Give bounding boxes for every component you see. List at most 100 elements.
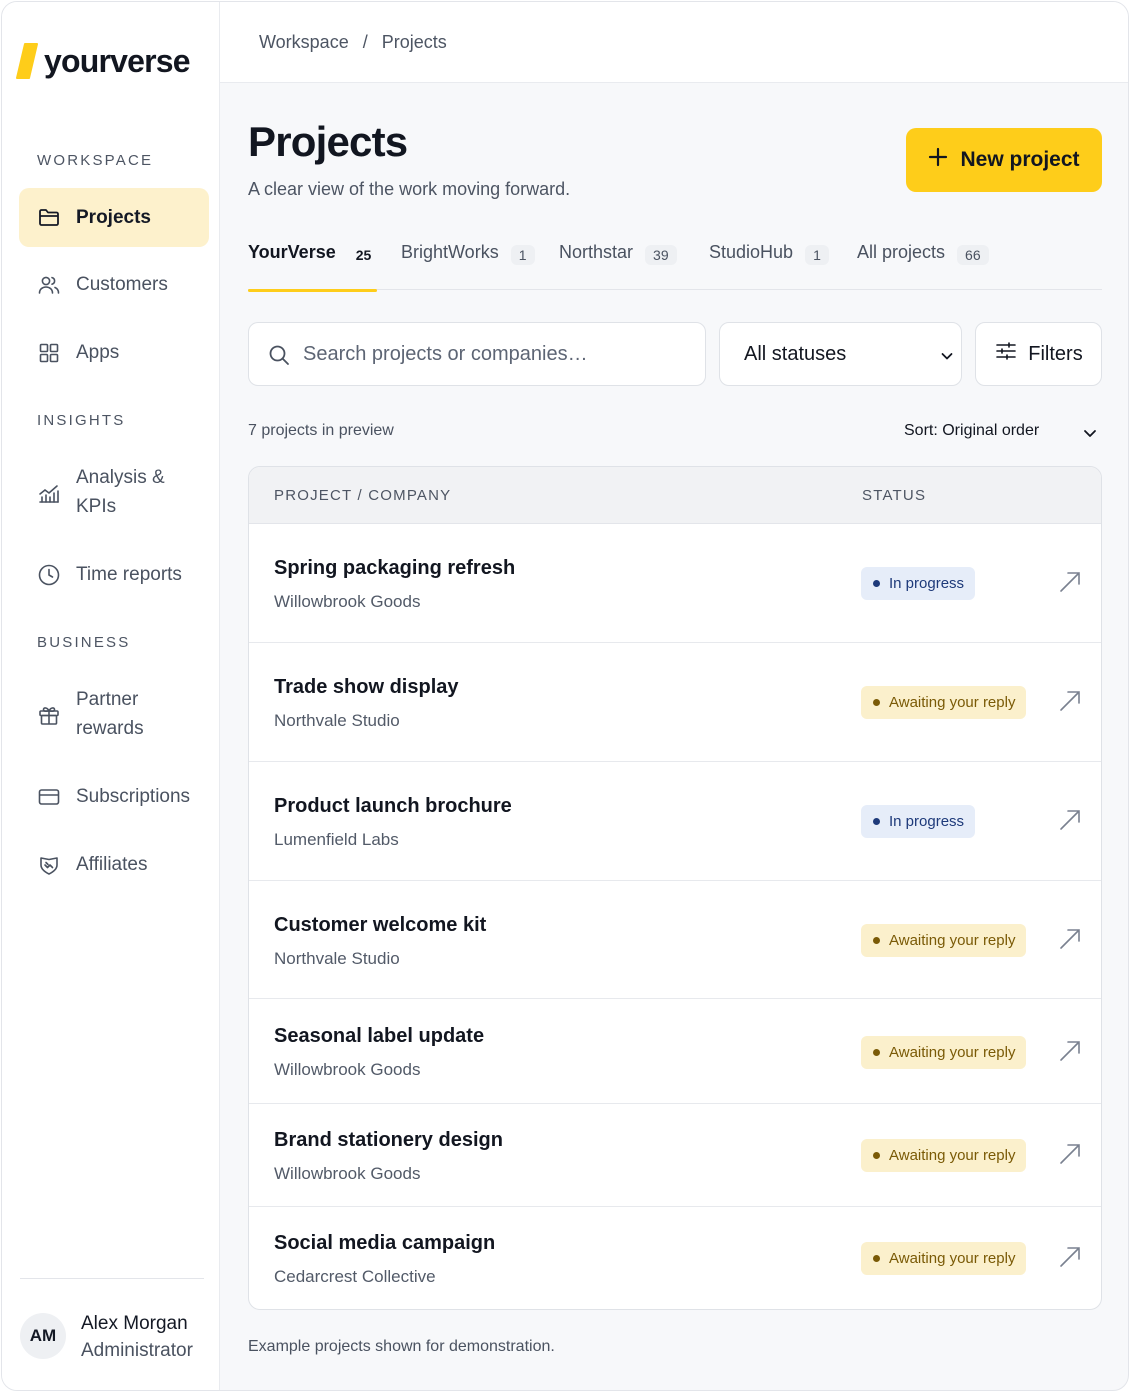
tab-northstar[interactable]: Northstar 39: [559, 242, 677, 290]
table-row[interactable]: Brand stationery design Willowbrook Good…: [249, 1104, 1101, 1207]
tab-count: 66: [957, 245, 989, 265]
sidebar-item-customers[interactable]: Customers: [19, 256, 209, 314]
sliders-icon: [994, 339, 1018, 369]
open-arrow-icon[interactable]: [1059, 1143, 1081, 1170]
project-name[interactable]: Seasonal label update: [274, 1025, 484, 1048]
table-row[interactable]: Social media campaign Cedarcrest Collect…: [249, 1207, 1101, 1309]
column-header-status: STATUS: [862, 487, 927, 504]
avatar[interactable]: AM: [20, 1313, 66, 1359]
status-filter-select[interactable]: All statuses: [719, 322, 962, 386]
sidebar-item-label: Analysis & KPIs: [76, 467, 165, 517]
chevron-down-icon: [939, 347, 955, 370]
company-name: Northvale Studio: [274, 949, 400, 968]
brand-name: yourverse: [44, 42, 191, 79]
search-icon: [267, 343, 291, 372]
handshake-icon: [37, 853, 61, 877]
tab-label: YourVerse: [248, 242, 336, 262]
tab-count: 1: [805, 245, 829, 265]
company-name: Cedarcrest Collective: [274, 1267, 436, 1286]
projects-table: PROJECT / COMPANY STATUS Spring packagin…: [248, 466, 1102, 1310]
open-arrow-icon[interactable]: [1059, 1040, 1081, 1067]
project-name[interactable]: Brand stationery design: [274, 1129, 503, 1152]
tab-yourverse[interactable]: YourVerse 25: [248, 242, 379, 292]
new-project-label: New project: [960, 148, 1080, 171]
top-bar: Workspace / Projects: [220, 2, 1128, 83]
app-window: yourverse WORKSPACE Projects Customers A…: [1, 1, 1129, 1391]
company-tabs: YourVerse 25 BrightWorks 1 Northstar 39 …: [248, 242, 1102, 292]
sidebar-item-label: Projects: [76, 207, 151, 228]
column-header-project: PROJECT / COMPANY: [274, 487, 452, 504]
chevron-down-icon[interactable]: [1082, 425, 1098, 446]
sidebar-item-partner-rewards[interactable]: Partner rewards: [19, 672, 209, 756]
status-badge: Awaiting your reply: [861, 1242, 1027, 1275]
user-name: Alex Morgan: [81, 1313, 188, 1334]
open-arrow-icon[interactable]: [1059, 928, 1081, 955]
filters-button[interactable]: Filters: [975, 322, 1102, 386]
sidebar-item-apps[interactable]: Apps: [19, 324, 209, 382]
page-subtitle: A clear view of the work moving forward.: [248, 179, 571, 199]
project-name[interactable]: Trade show display: [274, 676, 459, 699]
sidebar-item-time-reports[interactable]: Time reports: [19, 546, 209, 604]
table-row[interactable]: Spring packaging refresh Willowbrook Goo…: [249, 524, 1101, 643]
sidebar-item-projects[interactable]: Projects: [19, 188, 209, 247]
tab-label: Northstar: [559, 242, 634, 262]
status-badge: Awaiting your reply: [861, 1139, 1027, 1172]
tab-brightworks[interactable]: BrightWorks 1: [401, 242, 535, 290]
tab-all-projects[interactable]: All projects 66: [857, 242, 989, 290]
sidebar-item-label: Apps: [76, 342, 120, 363]
table-row[interactable]: Seasonal label update Willowbrook Goods …: [249, 999, 1101, 1104]
gift-icon: [37, 703, 61, 727]
brand-logo[interactable]: yourverse: [16, 42, 191, 80]
table-row[interactable]: Customer welcome kit Northvale Studio Aw…: [249, 881, 1101, 999]
breadcrumb-separator: /: [362, 32, 368, 52]
sidebar-item-affiliates[interactable]: Affiliates: [19, 836, 209, 894]
sidebar-item-label: Time reports: [76, 564, 182, 585]
table-header: PROJECT / COMPANY STATUS: [249, 467, 1101, 524]
preview-count: 7 projects in preview: [248, 422, 394, 439]
project-name[interactable]: Product launch brochure: [274, 795, 512, 818]
status-badge: In progress: [861, 567, 976, 600]
footnote: Example projects shown for demonstration…: [248, 1338, 555, 1355]
sidebar-item-analysis[interactable]: Analysis & KPIs: [19, 450, 209, 534]
new-project-button[interactable]: New project: [906, 128, 1102, 192]
sidebar-item-label: Customers: [76, 274, 168, 295]
sidebar-item-subscriptions[interactable]: Subscriptions: [19, 768, 209, 826]
sidebar-item-label: Affiliates: [76, 854, 148, 875]
table-row[interactable]: Trade show display Northvale Studio Awai…: [249, 643, 1101, 762]
tab-count: 39: [645, 245, 677, 265]
project-name[interactable]: Social media campaign: [274, 1232, 495, 1255]
card-icon: [37, 785, 61, 809]
status-badge: Awaiting your reply: [861, 686, 1027, 719]
status-badge: In progress: [861, 805, 976, 838]
search-box: [248, 322, 706, 386]
company-name: Willowbrook Goods: [274, 1164, 421, 1183]
tab-label: StudioHub: [709, 242, 794, 262]
search-input[interactable]: [303, 323, 693, 385]
open-arrow-icon[interactable]: [1059, 571, 1081, 598]
project-name[interactable]: Customer welcome kit: [274, 914, 486, 937]
breadcrumb-workspace[interactable]: Workspace: [259, 32, 349, 53]
sidebar-item-label: Partner rewards: [76, 689, 144, 739]
tab-count: 25: [355, 247, 372, 263]
tab-studiohub[interactable]: StudioHub 1: [709, 242, 829, 290]
status-badge: Awaiting your reply: [861, 1036, 1027, 1069]
open-arrow-icon[interactable]: [1059, 809, 1081, 836]
folder-icon: [37, 205, 61, 229]
company-name: Willowbrook Goods: [274, 1060, 421, 1079]
sidebar-item-label: Subscriptions: [76, 786, 191, 807]
breadcrumb: Workspace / Projects: [259, 32, 447, 53]
sort-select[interactable]: Sort: Original order: [904, 422, 1039, 440]
tab-count: 1: [510, 245, 535, 265]
chart-icon: [37, 481, 61, 505]
section-label-business: BUSINESS: [37, 634, 131, 651]
company-name: Lumenfield Labs: [274, 830, 399, 849]
tab-label: All projects: [857, 242, 946, 262]
open-arrow-icon[interactable]: [1059, 1246, 1081, 1273]
open-arrow-icon[interactable]: [1059, 690, 1081, 717]
users-icon: [37, 273, 61, 297]
status-badge: Awaiting your reply: [861, 924, 1027, 957]
clock-icon: [37, 563, 61, 587]
project-name[interactable]: Spring packaging refresh: [274, 557, 515, 580]
breadcrumb-current: Projects: [381, 32, 447, 52]
table-row[interactable]: Product launch brochure Lumenfield Labs …: [249, 762, 1101, 881]
